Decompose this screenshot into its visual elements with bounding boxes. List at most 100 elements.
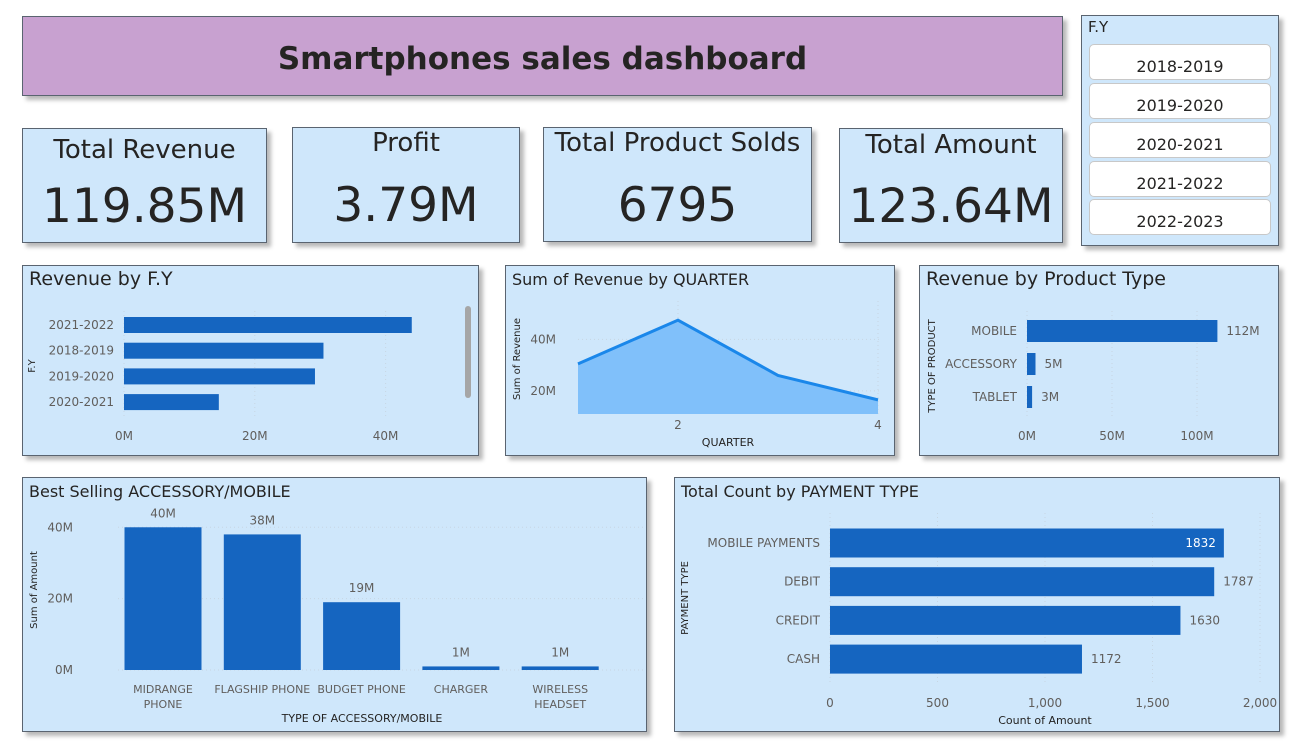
category-label: MOBILE PAYMENTS <box>707 536 820 550</box>
y-tick-label: 40M <box>530 332 556 346</box>
data-label: 5M <box>1045 357 1063 371</box>
x-tick-label: 0 <box>826 696 834 710</box>
category-label: TABLET <box>972 390 1018 404</box>
slicer-item-2018-2019[interactable]: 2018-2019 <box>1089 44 1271 80</box>
revenue-by-fy-chart: 0M 20M 40M 2021-2022 2018-2019 2019-2020 2020-… <box>27 311 412 443</box>
x-tick-label: 100M <box>1180 429 1213 443</box>
bar <box>422 666 500 670</box>
x-tick-label: 4 <box>874 418 882 432</box>
category-label: MOBILE <box>971 324 1017 338</box>
revenue-by-quarter-visual[interactable]: Sum of Revenue by QUARTER 20M 40M 2 4 QUARTE… <box>505 265 895 456</box>
kpi-label: Profit <box>372 128 440 158</box>
scrollbar[interactable] <box>465 306 471 398</box>
category-label: PHONE <box>144 698 183 711</box>
data-label: 112M <box>1226 324 1259 338</box>
bar <box>124 394 219 411</box>
title-banner: Smartphones sales dashboard <box>22 16 1063 96</box>
kpi-value: 123.64M <box>848 179 1054 234</box>
x-tick-label: 0M <box>1018 429 1036 443</box>
dashboard-title: Smartphones sales dashboard <box>277 41 808 77</box>
y-axis-title: Sum of Amount <box>29 551 40 629</box>
category-label: WIRELESS <box>532 683 588 696</box>
data-label: 40M <box>150 506 176 520</box>
y-axis-title: Sum of Revenue <box>512 318 523 400</box>
slicer-item-2021-2022[interactable]: 2021-2022 <box>1089 161 1271 197</box>
data-label: 3M <box>1041 390 1059 404</box>
x-tick-label: 500 <box>926 696 949 710</box>
x-tick-label: 40M <box>373 429 399 443</box>
kpi-card-total-revenue: Total Revenue 119.85M <box>22 128 267 243</box>
data-label: 1M <box>551 645 569 659</box>
y-axis-title: PAYMENT TYPE <box>680 561 691 635</box>
kpi-label: Total Product Solds <box>554 128 801 158</box>
bar <box>1027 320 1218 342</box>
category-label: BUDGET PHONE <box>317 683 406 696</box>
bar <box>830 567 1215 597</box>
area-fill <box>578 320 878 414</box>
category-label: 2020-2021 <box>49 395 114 409</box>
category-label: 2019-2020 <box>49 369 114 383</box>
revenue-by-product-type-chart: 0M 50M 100M MOBILE 112M ACCESSORY 5M TABLET 3M TY… <box>927 311 1260 443</box>
y-axis-title: TYPE OF PRODUCT <box>927 318 938 413</box>
kpi-label: Total Revenue <box>53 135 236 165</box>
data-label: 38M <box>249 513 275 527</box>
x-tick-label: 0M <box>115 429 133 443</box>
y-axis-title: F.Y <box>27 358 38 372</box>
category-label: HEADSET <box>534 698 586 711</box>
fy-slicer: F.Y 2018-2019 2019-2020 2020-2021 2021-2… <box>1081 15 1279 246</box>
bar <box>1027 353 1036 375</box>
kpi-card-profit: Profit 3.79M <box>292 127 520 243</box>
bar <box>124 527 202 670</box>
bar <box>124 317 412 333</box>
kpi-value: 6795 <box>617 178 738 233</box>
revenue-by-fy-visual[interactable]: Revenue by F.Y 0M 20M 40M 2021-2022 2018-201… <box>22 265 479 456</box>
category-label: MIDRANGE <box>133 683 193 696</box>
x-tick-label: 50M <box>1099 429 1125 443</box>
kpi-card-total-amount: Total Amount 123.64M <box>839 128 1063 243</box>
bar <box>124 342 324 359</box>
y-tick-label: 20M <box>530 384 556 398</box>
revenue-by-product-type-visual[interactable]: Revenue by Product Type 0M 50M 100M MOBILE 1… <box>919 265 1279 456</box>
bar <box>1027 386 1033 408</box>
category-label: FLAGSHIP PHONE <box>214 683 310 696</box>
data-label: 1M <box>452 645 470 659</box>
data-label: 1630 <box>1189 613 1220 627</box>
x-tick-label: 20M <box>242 429 268 443</box>
data-label: 1832 <box>1185 536 1216 550</box>
slicer-item-2022-2023[interactable]: 2022-2023 <box>1089 199 1271 235</box>
data-label: 1787 <box>1223 575 1254 589</box>
payment-type-chart: 0 500 1,000 1,500 2,000 MOBILE PAYMENTS 1832 DE… <box>680 513 1277 727</box>
y-tick-label: 0M <box>55 663 73 677</box>
category-label: ACCESSORY <box>945 357 1018 371</box>
kpi-value: 3.79M <box>333 178 479 233</box>
data-label: 1172 <box>1091 652 1122 666</box>
y-tick-label: 20M <box>47 592 73 606</box>
best-selling-visual[interactable]: Best Selling ACCESSORY/MOBILE 0M 20M 40M 40… <box>22 477 647 732</box>
slicer-item-2020-2021[interactable]: 2020-2021 <box>1089 122 1271 158</box>
slicer-item-2019-2020[interactable]: 2019-2020 <box>1089 83 1271 119</box>
bar <box>521 666 599 670</box>
category-label: CASH <box>787 652 820 666</box>
x-tick-label: 1,500 <box>1135 696 1169 710</box>
bar <box>830 528 1224 558</box>
x-axis-title: Count of Amount <box>998 714 1092 727</box>
x-tick-label: 2 <box>674 418 682 432</box>
category-label: CREDIT <box>776 613 821 627</box>
kpi-card-total-products-sold: Total Product Solds 6795 <box>543 127 812 242</box>
bar <box>323 602 401 670</box>
x-axis-title: TYPE OF ACCESSORY/MOBILE <box>281 712 443 725</box>
data-label: 19M <box>349 581 375 595</box>
x-tick-label: 2,000 <box>1243 696 1277 710</box>
payment-type-visual[interactable]: Total Count by PAYMENT TYPE 0 500 1,000 1,5… <box>674 477 1280 732</box>
best-selling-chart: 0M 20M 40M 40M MIDRANGE PHONE 38M FLAGSHIP PHON… <box>29 506 643 725</box>
category-label: 2018-2019 <box>49 344 114 358</box>
x-axis-title: QUARTER <box>702 436 755 449</box>
category-label: DEBIT <box>784 575 821 589</box>
x-tick-label: 1,000 <box>1028 696 1062 710</box>
bar <box>830 605 1181 635</box>
bar <box>830 644 1082 674</box>
category-label: 2021-2022 <box>49 318 114 332</box>
kpi-label: Total Amount <box>865 130 1037 160</box>
bar <box>124 368 315 385</box>
category-label: CHARGER <box>434 683 489 696</box>
